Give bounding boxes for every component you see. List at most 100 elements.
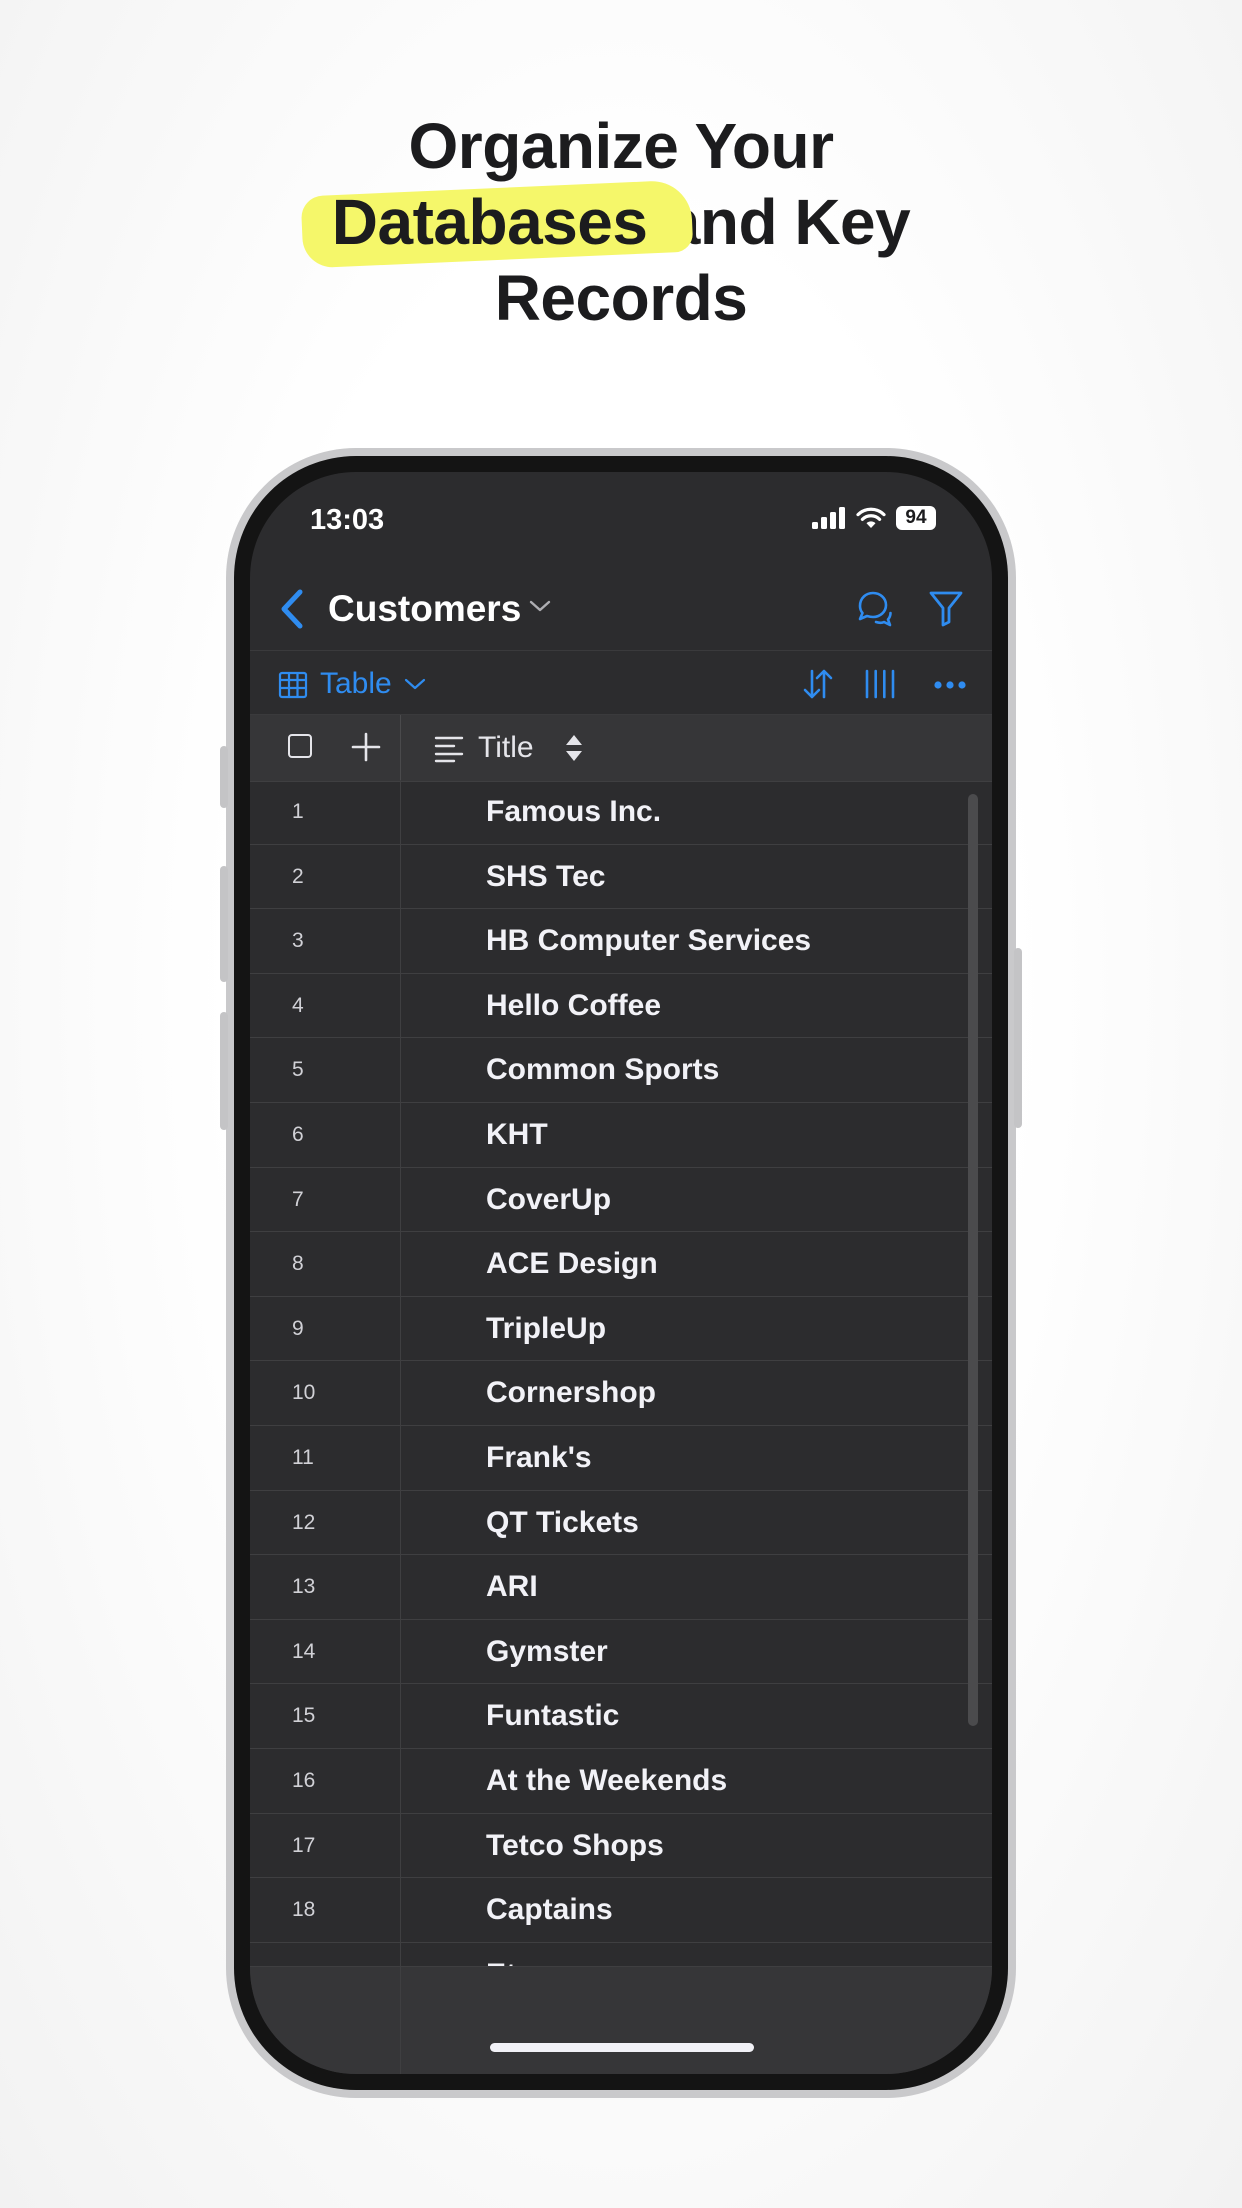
row-number: 13 (292, 1575, 316, 1599)
column-divider (400, 1296, 401, 1361)
status-time: 13:03 (310, 504, 385, 536)
table-row[interactable]: 2 SHS Tec (250, 844, 992, 910)
row-number: 10 (292, 1381, 316, 1405)
more-options-icon[interactable] (934, 681, 966, 689)
row-title[interactable]: ACE Design (486, 1247, 658, 1281)
navigation-bar: Customers (250, 568, 992, 650)
filter-icon[interactable] (928, 588, 964, 628)
row-title[interactable]: ARI (486, 1570, 538, 1604)
row-title[interactable]: Tetco Shops (486, 1829, 664, 1863)
bottom-bar (250, 1966, 992, 2074)
phone-action-button (220, 746, 228, 808)
row-title[interactable]: KHT (486, 1118, 548, 1152)
signal-icon (812, 507, 845, 529)
table-row[interactable]: 11 Frank's (250, 1425, 992, 1491)
row-number: 4 (292, 993, 304, 1017)
row-title[interactable]: HB Computer Services (486, 924, 811, 958)
back-chevron-icon[interactable] (272, 586, 312, 632)
phone-volume-up-button (220, 866, 228, 982)
row-number: 5 (292, 1058, 304, 1082)
table-row[interactable]: 18 Captains (250, 1878, 992, 1943)
row-title[interactable]: Common Sports (486, 1053, 719, 1087)
row-number: 18 (292, 1898, 316, 1922)
column-divider (400, 1361, 401, 1425)
phone-screen: 13:03 94 Customers Table Title 1 Famous … (250, 472, 992, 2074)
column-divider (400, 1748, 401, 1813)
row-title[interactable]: Gymster (486, 1635, 608, 1669)
column-divider (400, 1490, 401, 1555)
headline-line-2: Databases and Key (0, 179, 1242, 269)
table-view-icon[interactable] (278, 671, 308, 699)
chevron-down-icon[interactable] (404, 677, 426, 691)
column-divider (400, 1619, 401, 1684)
records-table: 1 Famous Inc. 2 SHS Tec 3 HB Computer Service… (250, 780, 992, 1966)
column-divider (400, 1555, 401, 1619)
column-divider (400, 844, 401, 909)
table-row[interactable]: 1 Famous Inc. (250, 780, 992, 845)
chevron-down-icon[interactable] (528, 598, 552, 614)
headline-line-1: Organize Your (408, 110, 835, 182)
row-title[interactable]: Funtastic (486, 1699, 619, 1733)
row-title[interactable]: TripleUp (486, 1312, 606, 1346)
view-toolbar: Table (250, 650, 992, 715)
column-divider (400, 1167, 401, 1232)
row-number: 14 (292, 1639, 316, 1663)
table-row[interactable]: 12 QT Tickets (250, 1490, 992, 1556)
add-record-icon[interactable] (350, 731, 382, 763)
row-title[interactable]: Frank's (486, 1441, 592, 1475)
row-title[interactable]: Hello Coffee (486, 989, 661, 1023)
battery-indicator: 94 (896, 506, 936, 530)
table-row[interactable]: 13 ARI (250, 1555, 992, 1620)
table-row[interactable]: 17 Tetco Shops (250, 1813, 992, 1879)
row-number: 2 (292, 864, 304, 888)
row-number: 17 (292, 1833, 316, 1857)
row-title[interactable]: Captains (486, 1893, 613, 1927)
table-row[interactable]: 3 HB Computer Services (250, 909, 992, 974)
title-column-header[interactable]: Title (478, 731, 534, 765)
column-divider (400, 1232, 401, 1296)
database-title[interactable]: Customers (328, 588, 521, 630)
table-row[interactable]: 5 Common Sports (250, 1038, 992, 1103)
row-title[interactable]: Etros (486, 1958, 563, 1966)
headline-highlight-text: Databases (331, 186, 648, 258)
row-title[interactable]: SHS Tec (486, 860, 606, 894)
column-divider (400, 1813, 401, 1878)
comments-icon[interactable] (854, 588, 894, 628)
column-divider (400, 1878, 401, 1942)
row-number: 9 (292, 1316, 304, 1340)
column-divider (400, 1684, 401, 1748)
text-field-icon (434, 736, 464, 763)
row-number: 6 (292, 1122, 304, 1146)
table-row[interactable]: 10 Cornershop (250, 1361, 992, 1426)
row-title[interactable]: QT Tickets (486, 1506, 639, 1540)
column-divider (400, 780, 401, 844)
table-row[interactable]: 7 CoverUp (250, 1167, 992, 1233)
row-number: 1 (292, 800, 304, 823)
phone-power-button (1014, 948, 1022, 1128)
table-row[interactable]: 6 KHT (250, 1102, 992, 1168)
table-row[interactable]: 14 Gymster (250, 1619, 992, 1685)
column-sort-icon[interactable] (564, 733, 584, 763)
sort-icon[interactable] (802, 667, 834, 701)
headline-highlight: Databases (300, 179, 694, 269)
view-selector[interactable]: Table (320, 667, 392, 701)
table-row[interactable]: 4 Hello Coffee (250, 973, 992, 1039)
table-row[interactable]: 19Etros (250, 1942, 992, 1966)
table-row[interactable]: 9 TripleUp (250, 1296, 992, 1362)
table-header-row: Title (250, 714, 992, 782)
row-title[interactable]: Cornershop (486, 1376, 656, 1410)
row-title[interactable]: At the Weekends (486, 1764, 727, 1798)
home-indicator[interactable] (490, 2043, 754, 2052)
scrollbar[interactable] (968, 794, 978, 1726)
row-title[interactable]: CoverUp (486, 1183, 611, 1217)
status-icons: 94 (812, 506, 936, 530)
table-row[interactable]: 15 Funtastic (250, 1684, 992, 1749)
headline: Organize Your Databases and Key Records (0, 108, 1242, 336)
row-number: 8 (292, 1252, 304, 1276)
table-row[interactable]: 16 At the Weekends (250, 1748, 992, 1814)
columns-icon[interactable] (864, 669, 896, 699)
table-row[interactable]: 8 ACE Design (250, 1232, 992, 1297)
select-all-checkbox[interactable] (288, 734, 312, 758)
column-divider (400, 1942, 401, 1966)
row-title[interactable]: Famous Inc. (486, 795, 661, 829)
